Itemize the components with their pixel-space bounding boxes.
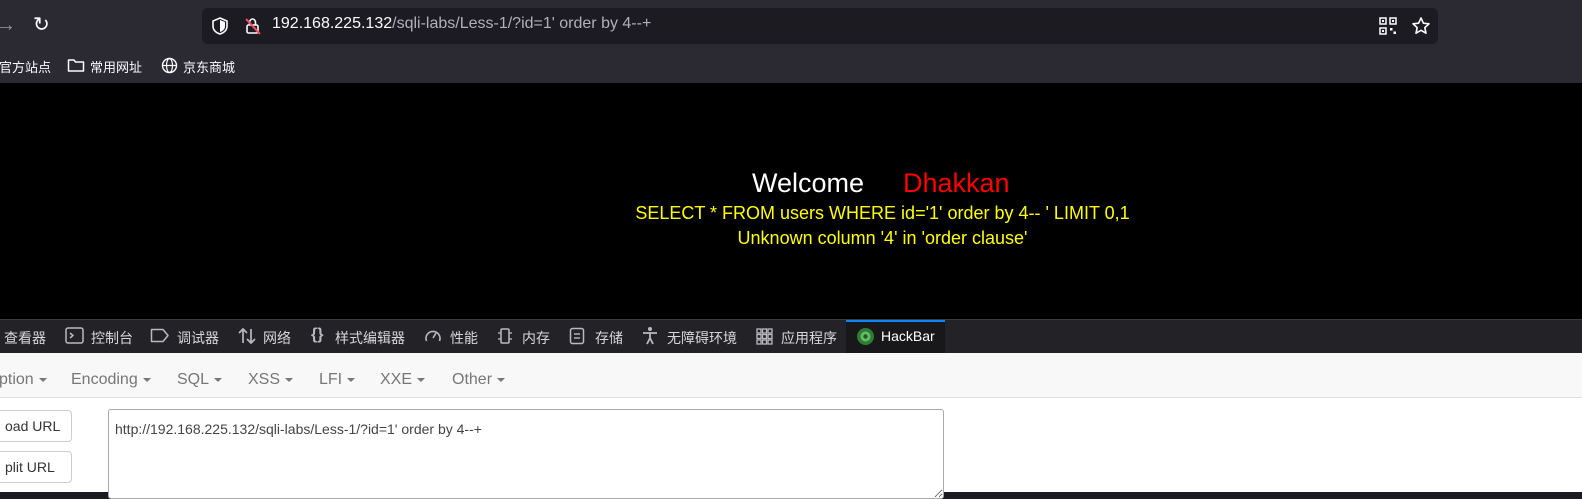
chevron-down-icon <box>347 377 356 382</box>
menu-other[interactable]: Other <box>452 371 506 389</box>
memory-icon <box>498 328 512 344</box>
tab-debugger[interactable]: 调试器 <box>177 328 219 348</box>
folder-icon <box>67 59 85 72</box>
user-name-text: Dhakkan <box>903 168 1010 198</box>
bookmarks-toolbar <box>0 47 1582 83</box>
tab-console[interactable]: 控制台 <box>91 328 133 348</box>
menu-sql-label: SQL <box>177 371 210 388</box>
menu-xxe[interactable]: XXE <box>380 371 426 389</box>
tab-hackbar[interactable]: HackBar <box>881 328 935 344</box>
chevron-down-icon <box>142 377 151 382</box>
menu-encoding-label: Encoding <box>71 371 138 388</box>
menu-lfi[interactable]: LFI <box>319 371 356 389</box>
load-url-button[interactable]: oad URL <box>0 410 72 442</box>
performance-icon <box>425 330 441 342</box>
reload-icon[interactable]: ↻ <box>33 15 50 35</box>
console-icon <box>65 327 84 344</box>
tab-accessibility[interactable]: 无障碍环境 <box>667 328 737 348</box>
tab-network[interactable]: 网络 <box>263 328 291 348</box>
chevron-down-icon <box>497 377 506 382</box>
accessibility-icon <box>643 327 657 345</box>
menu-xxe-label: XXE <box>380 371 413 388</box>
chevron-down-icon <box>214 377 223 382</box>
chevron-down-icon <box>285 377 294 382</box>
tab-inspector[interactable]: 查看器 <box>4 328 46 348</box>
insecure-lock-icon[interactable] <box>243 16 263 36</box>
tab-memory[interactable]: 内存 <box>522 328 550 348</box>
split-url-button[interactable]: plit URL <box>0 451 72 483</box>
application-icon <box>756 328 773 345</box>
sql-query-text: SELECT * FROM users WHERE id='1' order b… <box>635 203 1130 223</box>
globe-icon <box>161 57 178 74</box>
menu-lfi-label: LFI <box>319 371 343 388</box>
tab-storage[interactable]: 存储 <box>595 328 623 348</box>
hackbar-icon <box>857 328 874 345</box>
address-text[interactable]: 192.168.225.132/sqli-labs/Less-1/?id=1' … <box>272 15 651 33</box>
menu-sql[interactable]: SQL <box>177 371 223 389</box>
bookmark-star-icon[interactable] <box>1411 16 1431 36</box>
hackbar-menubar <box>0 353 1582 398</box>
welcome-text: Welcome <box>752 168 865 198</box>
network-icon <box>238 327 256 345</box>
menu-xss[interactable]: XSS <box>248 371 294 389</box>
qr-code-icon[interactable] <box>1379 17 1397 35</box>
tab-performance[interactable]: 性能 <box>450 328 478 348</box>
bookmark-jd[interactable]: 京东商城 <box>183 57 235 76</box>
debugger-icon <box>150 328 169 343</box>
tab-application[interactable]: 应用程序 <box>781 328 837 348</box>
sql-error-text: Unknown column '4' in 'order clause' <box>737 228 1028 248</box>
storage-icon <box>569 327 585 345</box>
menu-encoding[interactable]: Encoding <box>71 371 151 389</box>
menu-encryption[interactable]: ption <box>0 371 47 389</box>
url-host: 192.168.225.132 <box>272 15 393 32</box>
tracking-shield-icon[interactable] <box>210 16 230 36</box>
menu-xss-label: XSS <box>248 371 281 388</box>
menu-encryption-label: ption <box>0 371 34 388</box>
url-path: /sqli-labs/Less-1/?id=1' order by 4--+ <box>392 15 652 32</box>
page-viewport <box>0 83 1582 319</box>
bookmark-common-sites[interactable]: 常用网址 <box>90 57 142 76</box>
forward-icon[interactable]: → <box>0 15 16 35</box>
bookmark-official-site[interactable]: 官方站点 <box>0 57 51 76</box>
menu-other-label: Other <box>452 371 493 388</box>
hackbar-url-input[interactable]: http://192.168.225.132/sqli-labs/Less-1/… <box>108 409 944 499</box>
chevron-down-icon <box>417 377 426 382</box>
tab-style-editor[interactable]: 样式编辑器 <box>335 328 405 348</box>
style-editor-icon: {} <box>311 326 324 343</box>
chevron-down-icon <box>38 377 47 382</box>
